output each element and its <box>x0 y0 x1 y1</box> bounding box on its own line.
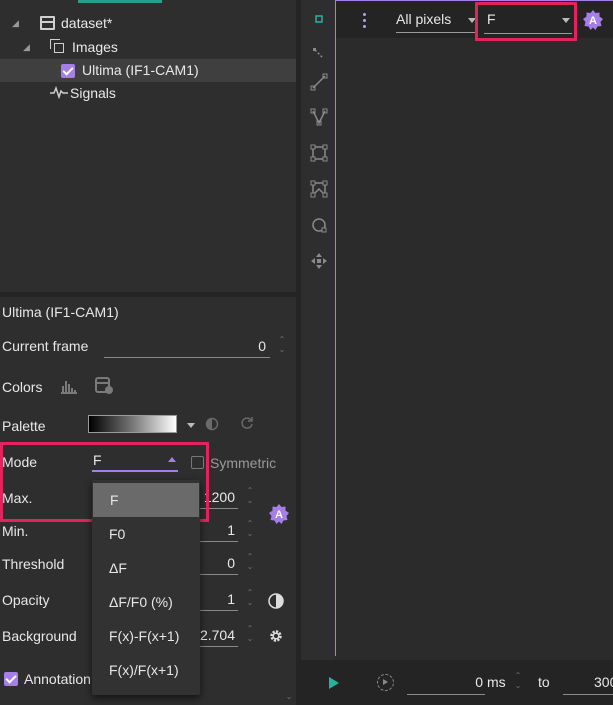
invert-palette-icon[interactable] <box>205 417 219 434</box>
select-tool-icon[interactable] <box>310 10 328 28</box>
active-tab-indicator <box>78 0 162 3</box>
svg-text:A: A <box>589 15 597 27</box>
more-options-icon[interactable] <box>363 13 366 31</box>
mode-option-f[interactable]: F <box>93 483 199 517</box>
start-time-stepper[interactable]: ⌃ ⌄ <box>513 671 523 693</box>
tree-item-label: dataset* <box>61 15 113 31</box>
threshold-label: Threshold <box>2 556 65 572</box>
auto-scale-icon[interactable]: A <box>583 10 603 30</box>
min-label: Min. <box>2 523 29 539</box>
palette-gradient[interactable] <box>88 415 177 433</box>
colors-label: Colors <box>2 379 43 395</box>
line-tool-icon[interactable] <box>310 73 328 91</box>
tree-item-label: Ultima (IF1-CAM1) <box>82 62 199 78</box>
tree-item-label: Signals <box>70 85 116 101</box>
annotations-checkbox[interactable] <box>4 672 18 686</box>
mode-option-diff[interactable]: F(x)-F(x+1) <box>92 619 200 653</box>
to-label: to <box>538 674 550 690</box>
polyline-tool-icon[interactable] <box>310 108 328 126</box>
opacity-input[interactable]: 1 <box>200 589 238 611</box>
current-frame-input[interactable]: 0 <box>104 336 270 358</box>
mode-option-ratio[interactable]: F(x)/F(x+1) <box>92 653 200 687</box>
symmetric-label: Symmetric <box>210 455 277 471</box>
drawing-toolbar <box>301 0 335 660</box>
tree-item-ultima[interactable]: Ultima (IF1-CAM1) <box>0 59 296 82</box>
time-unit-label: ms <box>487 674 506 690</box>
ellipse-tool-icon[interactable] <box>310 216 328 234</box>
tree-item-images[interactable]: ◢ Images <box>0 36 296 59</box>
move-tool-icon[interactable] <box>310 252 328 270</box>
opacity-stepper[interactable]: ⌃ ⌄ <box>245 588 255 610</box>
section-title: Ultima (IF1-CAM1) <box>2 304 119 320</box>
annotations-label: Annotation <box>24 671 91 687</box>
collapse-arrow-icon[interactable]: ◢ <box>23 42 30 53</box>
mode-option-delta-f-over-f0[interactable]: ΔF/F0 (%) <box>92 585 200 619</box>
background-input[interactable]: 2.704 <box>200 625 238 647</box>
mode-option-f0[interactable]: F0 <box>92 517 200 551</box>
image-viewer[interactable]: All pixels F A <box>335 0 613 656</box>
start-time-input[interactable]: 0 <box>407 671 485 695</box>
palette-settings-icon[interactable] <box>95 377 115 398</box>
signal-wave-icon <box>50 85 68 100</box>
svg-text:A: A <box>275 509 283 521</box>
opacity-label: Opacity <box>2 592 50 608</box>
scroll-down-icon[interactable]: ⌄ <box>284 692 294 702</box>
pixels-select[interactable]: All pixels <box>396 9 476 33</box>
threshold-stepper[interactable]: ⌃ ⌄ <box>245 552 255 574</box>
visibility-checkbox[interactable] <box>61 64 75 78</box>
images-stack-icon <box>50 39 65 54</box>
min-input[interactable]: 1 <box>200 520 238 542</box>
collapse-arrow-icon[interactable]: ◢ <box>12 18 19 29</box>
palette-dropdown-arrow[interactable] <box>187 423 195 428</box>
left-panel: ◢ dataset* ◢ Images Ultima (IF1-CAM1) Si… <box>0 0 296 705</box>
current-frame-label: Current frame <box>2 338 89 354</box>
point-tool-icon[interactable] <box>310 46 328 64</box>
max-stepper[interactable]: ⌃ ⌄ <box>245 486 255 508</box>
histogram-icon[interactable] <box>60 378 78 397</box>
auto-scale-icon[interactable]: A <box>269 504 289 524</box>
background-label: Background <box>2 628 77 644</box>
opacity-icon[interactable] <box>268 593 284 612</box>
background-stepper[interactable]: ⌃ ⌄ <box>245 624 255 646</box>
polygon-tool-icon[interactable] <box>310 180 328 198</box>
rectangle-tool-icon[interactable] <box>310 144 328 162</box>
reset-icon[interactable] <box>240 416 254 433</box>
tree-item-label: Images <box>72 39 118 55</box>
play-icon[interactable] <box>329 677 339 689</box>
playback-bar: 0 ms ⌃⌄ to 300 <box>301 660 613 705</box>
gear-icon[interactable] <box>268 628 284 647</box>
archive-icon <box>40 16 55 30</box>
mode-option-delta-f[interactable]: ΔF <box>92 551 200 585</box>
tree-item-signals[interactable]: Signals <box>0 82 296 105</box>
threshold-input[interactable]: 0 <box>200 553 238 575</box>
loop-play-icon[interactable] <box>377 674 394 691</box>
current-frame-stepper[interactable]: ⌃ ⌄ <box>277 335 287 357</box>
palette-label: Palette <box>2 418 46 434</box>
mode-dropdown-menu: F F0 ΔF ΔF/F0 (%) F(x)-F(x+1) F(x)/F(x+1… <box>92 480 200 695</box>
min-stepper[interactable]: ⌃ ⌄ <box>245 519 255 541</box>
dataset-tree: ◢ dataset* ◢ Images Ultima (IF1-CAM1) Si… <box>0 0 296 292</box>
tree-item-dataset[interactable]: ◢ dataset* <box>0 12 296 35</box>
end-time-input[interactable]: 300 <box>563 671 613 695</box>
channel-highlight-box <box>475 2 577 41</box>
